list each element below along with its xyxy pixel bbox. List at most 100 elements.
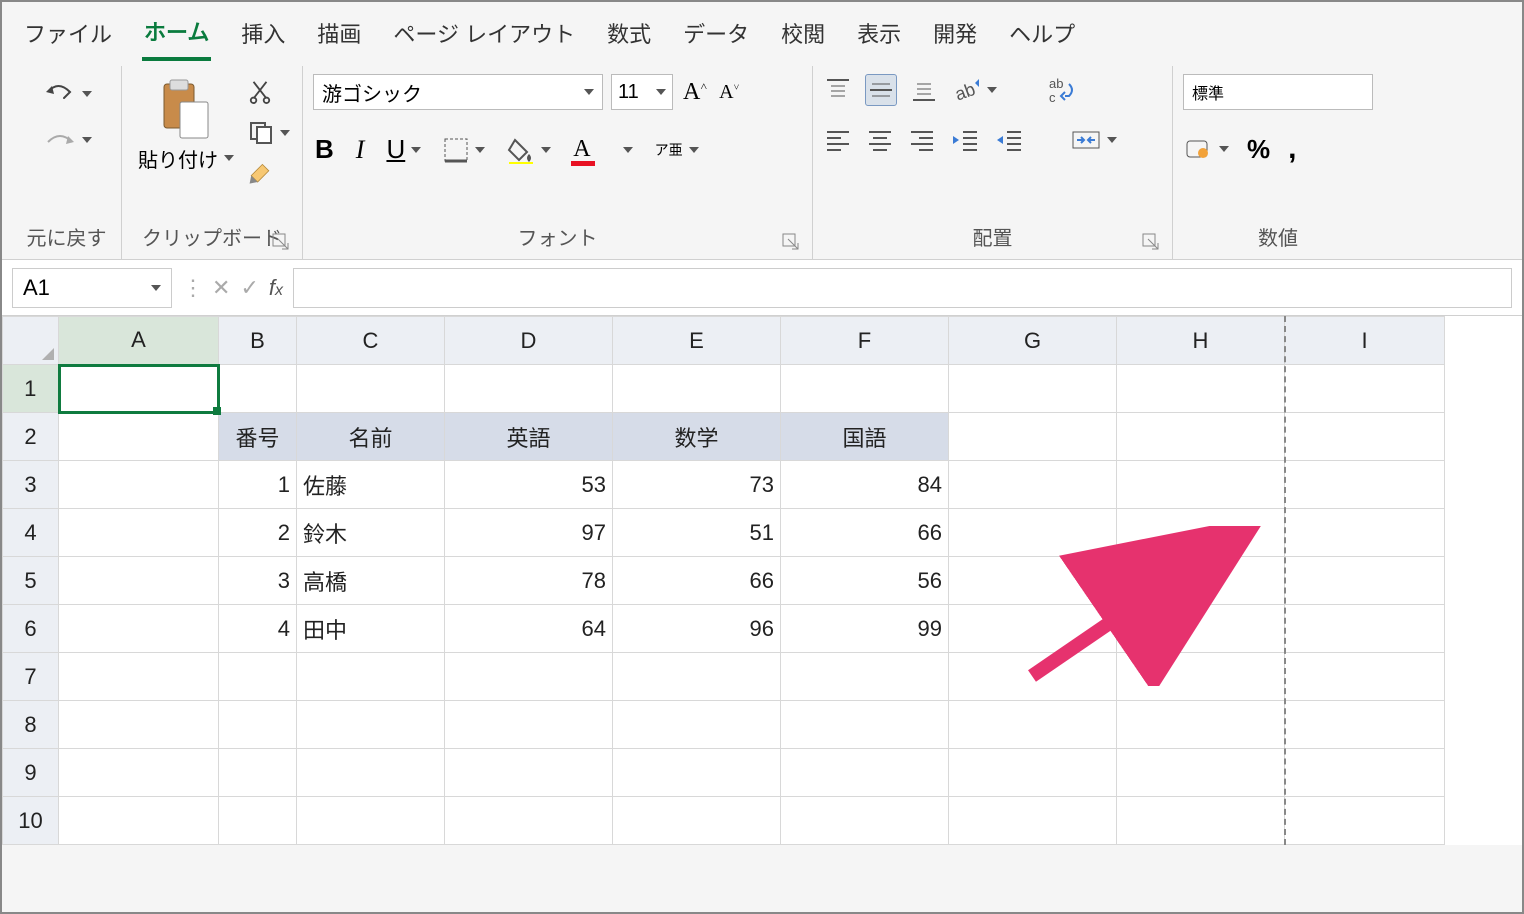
- name-box[interactable]: A1: [12, 268, 172, 308]
- cell-B4[interactable]: 2: [219, 509, 297, 557]
- cell-C7[interactable]: [297, 653, 445, 701]
- fill-color-button[interactable]: [505, 134, 553, 166]
- cell-A9[interactable]: [59, 749, 219, 797]
- cell-F2[interactable]: 国語: [781, 413, 949, 461]
- format-painter-button[interactable]: [246, 160, 274, 188]
- cell-A6[interactable]: [59, 605, 219, 653]
- cell-F6[interactable]: 99: [781, 605, 949, 653]
- align-left-button[interactable]: [823, 127, 853, 153]
- merge-center-button[interactable]: [1069, 126, 1119, 154]
- cell-F9[interactable]: [781, 749, 949, 797]
- increase-font-button[interactable]: A˄: [681, 77, 709, 108]
- cell-D1[interactable]: [445, 365, 613, 413]
- row-header-10[interactable]: 10: [3, 797, 59, 845]
- cell-G9[interactable]: [949, 749, 1117, 797]
- cell-F4[interactable]: 66: [781, 509, 949, 557]
- cancel-icon[interactable]: ✕: [212, 275, 230, 301]
- cell-I9[interactable]: [1285, 749, 1445, 797]
- cell-C2[interactable]: 名前: [297, 413, 445, 461]
- cell-B5[interactable]: 3: [219, 557, 297, 605]
- tab-file[interactable]: ファイル: [22, 11, 114, 59]
- cell-H6[interactable]: [1117, 605, 1285, 653]
- cell-D2[interactable]: 英語: [445, 413, 613, 461]
- tab-help[interactable]: ヘルプ: [1007, 11, 1077, 59]
- font-size-combo[interactable]: 11: [611, 74, 673, 110]
- number-format-combo[interactable]: 標準: [1183, 74, 1373, 110]
- comma-button[interactable]: ,: [1286, 130, 1298, 168]
- row-header-9[interactable]: 9: [3, 749, 59, 797]
- phonetic-button[interactable]: ア亜: [653, 141, 701, 159]
- cell-I3[interactable]: [1285, 461, 1445, 509]
- cell-C1[interactable]: [297, 365, 445, 413]
- dialog-launcher-icon[interactable]: [1142, 233, 1160, 251]
- enter-icon[interactable]: ✓: [240, 275, 258, 301]
- cell-E5[interactable]: 66: [613, 557, 781, 605]
- cell-H1[interactable]: [1117, 365, 1285, 413]
- cell-G2[interactable]: [949, 413, 1117, 461]
- cell-I6[interactable]: [1285, 605, 1445, 653]
- cell-I1[interactable]: [1285, 365, 1445, 413]
- cell-G10[interactable]: [949, 797, 1117, 845]
- cell-B1[interactable]: [219, 365, 297, 413]
- align-right-button[interactable]: [907, 127, 937, 153]
- align-top-button[interactable]: [823, 75, 853, 105]
- cell-A3[interactable]: [59, 461, 219, 509]
- cell-I10[interactable]: [1285, 797, 1445, 845]
- cell-A5[interactable]: [59, 557, 219, 605]
- cell-D8[interactable]: [445, 701, 613, 749]
- fx-icon[interactable]: fx: [269, 275, 283, 301]
- increase-indent-button[interactable]: [993, 127, 1025, 153]
- row-header-1[interactable]: 1: [3, 365, 59, 413]
- align-bottom-button[interactable]: [909, 75, 939, 105]
- row-header-3[interactable]: 3: [3, 461, 59, 509]
- col-header-G[interactable]: G: [949, 317, 1117, 365]
- cell-E8[interactable]: [613, 701, 781, 749]
- cell-A4[interactable]: [59, 509, 219, 557]
- cell-G6[interactable]: [949, 605, 1117, 653]
- row-header-4[interactable]: 4: [3, 509, 59, 557]
- cell-H5[interactable]: [1117, 557, 1285, 605]
- row-header-6[interactable]: 6: [3, 605, 59, 653]
- cell-G3[interactable]: [949, 461, 1117, 509]
- tab-review[interactable]: 校閲: [779, 11, 827, 59]
- underline-button[interactable]: U: [384, 132, 423, 167]
- col-header-H[interactable]: H: [1117, 317, 1285, 365]
- tab-view[interactable]: 表示: [855, 11, 903, 59]
- cell-I4[interactable]: [1285, 509, 1445, 557]
- cell-B6[interactable]: 4: [219, 605, 297, 653]
- font-name-combo[interactable]: 游ゴシック: [313, 74, 603, 110]
- cell-E4[interactable]: 51: [613, 509, 781, 557]
- col-header-D[interactable]: D: [445, 317, 613, 365]
- decrease-indent-button[interactable]: [949, 127, 981, 153]
- decrease-font-button[interactable]: A˅: [717, 79, 741, 106]
- row-header-5[interactable]: 5: [3, 557, 59, 605]
- copy-button[interactable]: [246, 118, 292, 148]
- cell-B3[interactable]: 1: [219, 461, 297, 509]
- cell-D5[interactable]: 78: [445, 557, 613, 605]
- cell-H2[interactable]: [1117, 413, 1285, 461]
- cell-I2[interactable]: [1285, 413, 1445, 461]
- align-center-button[interactable]: [865, 127, 895, 153]
- cell-D3[interactable]: 53: [445, 461, 613, 509]
- formula-input[interactable]: [293, 268, 1512, 308]
- cell-C3[interactable]: 佐藤: [297, 461, 445, 509]
- select-all-corner[interactable]: [3, 317, 59, 365]
- align-middle-button[interactable]: [865, 74, 897, 106]
- cell-B8[interactable]: [219, 701, 297, 749]
- cell-E2[interactable]: 数学: [613, 413, 781, 461]
- cell-H9[interactable]: [1117, 749, 1285, 797]
- cell-G5[interactable]: [949, 557, 1117, 605]
- cell-I7[interactable]: [1285, 653, 1445, 701]
- dialog-launcher-icon[interactable]: [782, 233, 800, 251]
- col-header-E[interactable]: E: [613, 317, 781, 365]
- cell-F3[interactable]: 84: [781, 461, 949, 509]
- cell-H7[interactable]: [1117, 653, 1285, 701]
- cell-E6[interactable]: 96: [613, 605, 781, 653]
- tab-data[interactable]: データ: [681, 11, 751, 59]
- col-header-B[interactable]: B: [219, 317, 297, 365]
- cell-H3[interactable]: [1117, 461, 1285, 509]
- percent-button[interactable]: %: [1245, 132, 1272, 167]
- cell-F5[interactable]: 56: [781, 557, 949, 605]
- tab-insert[interactable]: 挿入: [239, 11, 287, 59]
- cell-A1[interactable]: [59, 365, 219, 413]
